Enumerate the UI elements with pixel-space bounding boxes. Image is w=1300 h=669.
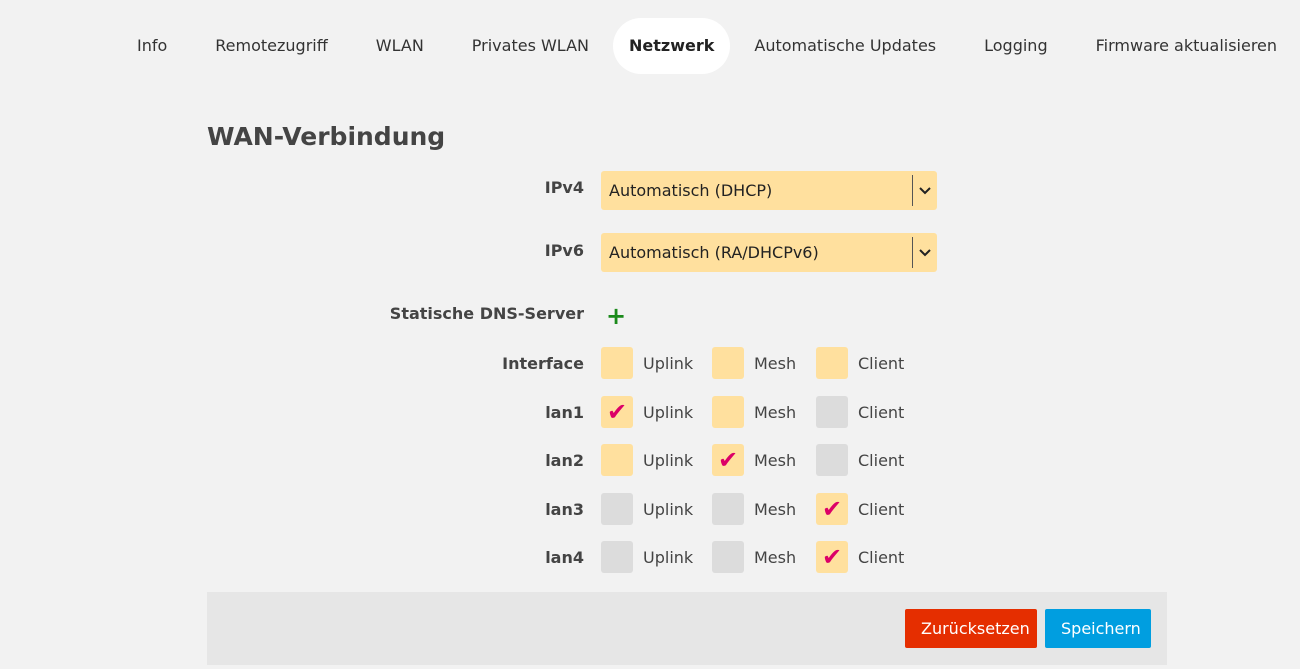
tab-firmware-aktualisieren[interactable]: Firmware aktualisieren (1072, 18, 1300, 74)
uplink-checkbox[interactable] (601, 444, 633, 476)
mesh-checkbox[interactable] (712, 396, 744, 428)
uplink-checkbox-label: Uplink (643, 354, 694, 373)
uplink-checkbox[interactable] (601, 493, 633, 525)
interface-row-label: Interface (502, 354, 584, 373)
tab-logging[interactable]: Logging (960, 18, 1071, 74)
mesh-checkbox-label: Mesh (754, 548, 797, 567)
dns-label: Statische DNS-Server (389, 304, 584, 323)
client-checkbox[interactable]: ✔ (816, 493, 848, 525)
tab-info[interactable]: Info (113, 18, 191, 74)
uplink-checkbox-label: Uplink (643, 451, 694, 470)
checkmark-icon: ✔ (606, 398, 628, 426)
uplink-checkbox[interactable] (601, 541, 633, 573)
checkmark-icon: ✔ (821, 495, 843, 523)
client-checkbox[interactable]: ✔ (816, 541, 848, 573)
checkmark-icon: ✔ (717, 446, 739, 474)
mesh-checkbox-label: Mesh (754, 354, 797, 373)
chevron-down-icon[interactable] (913, 171, 937, 210)
tab-netzwerk[interactable]: Netzwerk (613, 18, 731, 74)
mesh-checkbox[interactable] (712, 541, 744, 573)
add-dns-server-icon[interactable]: + (606, 302, 626, 330)
ipv4-select[interactable]: Automatisch (DHCP) (601, 171, 937, 210)
uplink-checkbox[interactable] (601, 347, 633, 379)
ipv6-label: IPv6 (544, 241, 584, 260)
mesh-checkbox-label: Mesh (754, 451, 797, 470)
section-title: WAN-Verbindung (207, 122, 446, 151)
form-footer: Zurücksetzen Speichern (207, 592, 1167, 665)
reset-button[interactable]: Zurücksetzen (905, 609, 1037, 648)
interface-row-label: lan1 (545, 403, 584, 422)
chevron-down-icon[interactable] (913, 233, 937, 272)
interface-row-label: lan4 (545, 548, 584, 567)
save-button[interactable]: Speichern (1045, 609, 1151, 648)
client-checkbox[interactable] (816, 444, 848, 476)
checkmark-icon: ✔ (821, 543, 843, 571)
mesh-checkbox[interactable] (712, 493, 744, 525)
uplink-checkbox-label: Uplink (643, 403, 694, 422)
uplink-checkbox-label: Uplink (643, 500, 694, 519)
uplink-checkbox[interactable]: ✔ (601, 396, 633, 428)
tab-remotezugriff[interactable]: Remotezugriff (191, 18, 351, 74)
client-checkbox-label: Client (858, 500, 905, 519)
client-checkbox-label: Client (858, 548, 905, 567)
client-checkbox-label: Client (858, 451, 905, 470)
uplink-checkbox-label: Uplink (643, 548, 694, 567)
ipv4-select-value: Automatisch (DHCP) (609, 181, 773, 200)
mesh-checkbox[interactable] (712, 347, 744, 379)
top-nav: Info Remotezugriff WLAN Privates WLAN Ne… (113, 18, 1300, 74)
mesh-checkbox-label: Mesh (754, 500, 797, 519)
tab-privates-wlan[interactable]: Privates WLAN (448, 18, 613, 74)
client-checkbox[interactable] (816, 396, 848, 428)
ipv6-select-value: Automatisch (RA/DHCPv6) (609, 243, 819, 262)
mesh-checkbox-label: Mesh (754, 403, 797, 422)
client-checkbox-label: Client (858, 403, 905, 422)
interface-row-label: lan2 (545, 451, 584, 470)
mesh-checkbox[interactable]: ✔ (712, 444, 744, 476)
interface-row-label: lan3 (545, 500, 584, 519)
tab-automatische-updates[interactable]: Automatische Updates (730, 18, 960, 74)
ipv4-label: IPv4 (544, 178, 584, 197)
client-checkbox[interactable] (816, 347, 848, 379)
client-checkbox-label: Client (858, 354, 905, 373)
ipv6-select[interactable]: Automatisch (RA/DHCPv6) (601, 233, 937, 272)
tab-wlan[interactable]: WLAN (352, 18, 448, 74)
